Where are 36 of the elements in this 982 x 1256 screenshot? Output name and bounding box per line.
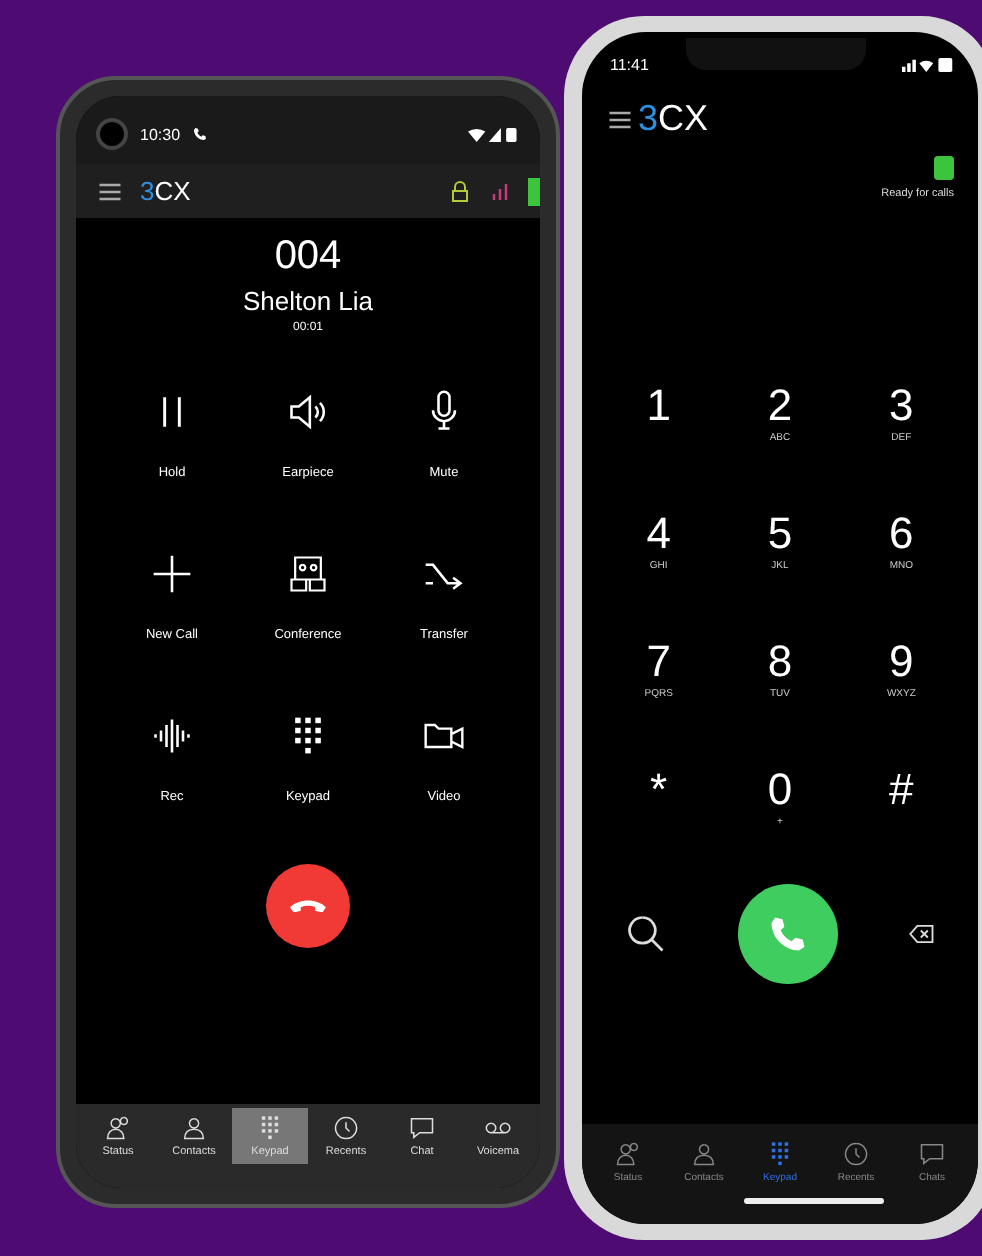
status-time: 11:41 bbox=[610, 56, 649, 74]
hang-up-icon bbox=[290, 899, 326, 913]
signal-battery-icon bbox=[902, 56, 954, 74]
app-logo: 3CX bbox=[638, 98, 709, 140]
camera-hole-icon bbox=[96, 118, 128, 150]
conference-icon bbox=[286, 552, 330, 596]
home-indicator bbox=[744, 1198, 884, 1204]
lock-icon bbox=[448, 179, 472, 203]
clock-icon bbox=[332, 1114, 360, 1142]
keypad-icon bbox=[256, 1114, 284, 1142]
backspace-icon[interactable] bbox=[907, 920, 936, 948]
signal-bars-icon bbox=[488, 179, 512, 203]
contact-icon bbox=[690, 1140, 718, 1168]
search-icon[interactable] bbox=[624, 912, 669, 956]
status-indicator bbox=[934, 156, 954, 180]
person-status-icon bbox=[614, 1140, 642, 1168]
clock-icon bbox=[842, 1140, 870, 1168]
chat-bubble-icon bbox=[918, 1140, 946, 1168]
keypad-icon bbox=[766, 1140, 794, 1168]
dial-key[interactable]: 1 bbox=[598, 380, 720, 484]
status-time: 10:30 bbox=[140, 125, 181, 143]
dial-key[interactable]: * bbox=[598, 764, 720, 868]
end-call-button[interactable] bbox=[266, 864, 350, 948]
phone-icon bbox=[192, 126, 209, 142]
signal-battery-icon bbox=[468, 125, 520, 143]
chat-bubble-icon bbox=[408, 1114, 436, 1142]
dial-key[interactable]: # bbox=[840, 764, 962, 868]
contact-icon bbox=[180, 1114, 208, 1142]
status-indicator bbox=[528, 177, 540, 205]
call-number: 004 bbox=[274, 234, 342, 280]
speaker-icon bbox=[286, 390, 330, 434]
person-status-icon bbox=[104, 1114, 132, 1142]
app-logo: 3CX bbox=[140, 176, 191, 206]
sound-wave-icon bbox=[150, 714, 194, 758]
plus-icon bbox=[150, 552, 194, 596]
caller-name: Shelton Lia bbox=[242, 286, 374, 316]
